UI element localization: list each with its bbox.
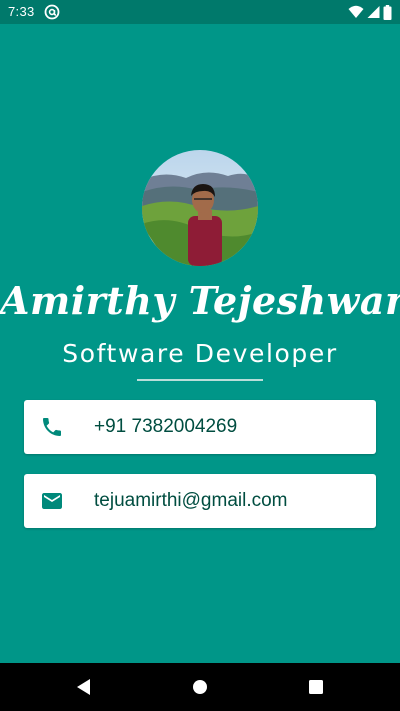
back-icon[interactable] (72, 675, 96, 699)
phone-icon (40, 415, 64, 439)
status-bar: 7:33 (0, 0, 400, 24)
signal-icon (367, 5, 380, 19)
profile-name: Amirthy Tejeshwar (0, 278, 400, 323)
email-icon (40, 489, 64, 513)
home-icon[interactable] (188, 675, 212, 699)
at-sign-notification-icon (44, 4, 60, 20)
email-address: tejuamirthi@gmail.com (94, 490, 288, 511)
divider (137, 379, 263, 381)
email-card[interactable]: tejuamirthi@gmail.com (24, 474, 376, 528)
navigation-bar (0, 663, 400, 711)
battery-icon (383, 4, 392, 20)
recent-apps-icon[interactable] (304, 675, 328, 699)
status-time: 7:33 (8, 4, 35, 19)
profile-title: Software Developer (62, 339, 338, 368)
wifi-icon (348, 5, 364, 19)
phone-card[interactable]: +91 7382004269 (24, 400, 376, 454)
status-icons (348, 4, 392, 20)
profile-photo (142, 150, 258, 266)
phone-number: +91 7382004269 (94, 416, 238, 437)
